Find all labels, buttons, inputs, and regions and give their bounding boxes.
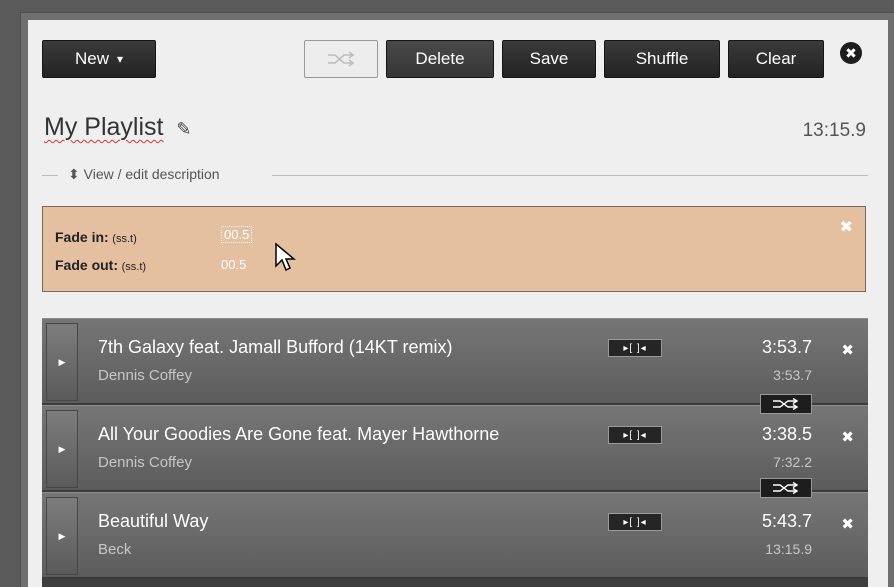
track-title: 7th Galaxy feat. Jamall Bufford (14KT re…: [98, 337, 453, 357]
track-cumulative-time: 7:32.2: [773, 454, 812, 470]
track-row[interactable]: ▶ All Your Goodies Are Gone feat. Mayer …: [42, 405, 868, 491]
track-duration: 5:43.7: [761, 511, 812, 531]
fade-out-input[interactable]: 00.5: [221, 257, 246, 272]
close-icon[interactable]: ✖: [840, 42, 862, 64]
shuffle-button[interactable]: Shuffle: [604, 40, 720, 78]
fade-in-label: Fade in: (ss.t): [55, 229, 137, 245]
fade-settings-panel: Fade in: (ss.t) 00.5 Fade out: (ss.t) 00…: [42, 206, 866, 292]
crossfade-toggle-button[interactable]: [760, 478, 812, 498]
trim-icon[interactable]: ▸[ ]◂: [608, 426, 662, 444]
fade-in-unit: (ss.t): [112, 233, 137, 245]
fade-in-field[interactable]: 00.5: [221, 226, 253, 243]
track-title: Beautiful Way: [98, 511, 209, 531]
divider: [272, 175, 868, 176]
play-icon[interactable]: ▶: [46, 410, 78, 488]
delete-button-label: Delete: [415, 49, 465, 68]
new-button-label: New: [74, 49, 109, 68]
play-icon[interactable]: ▶: [46, 323, 78, 401]
track-row[interactable]: ▶ Beautiful Way Beck ▸[ ]◂ 5:43.7 13:15.…: [42, 492, 868, 578]
shuffle-button-label: Shuffle: [635, 49, 689, 68]
track-list: ▶ 7th Galaxy feat. Jamall Bufford (14KT …: [42, 318, 868, 587]
track-artist: Dennis Coffey: [98, 367, 192, 384]
save-button[interactable]: Save: [502, 40, 596, 78]
remove-track-icon[interactable]: ✖: [841, 515, 854, 533]
close-icon[interactable]: ✖: [840, 217, 853, 237]
fade-in-label-text: Fade in:: [55, 229, 109, 245]
track-title: All Your Goodies Are Gone feat. Mayer Ha…: [98, 424, 500, 444]
crossfade-toggle-button[interactable]: [760, 394, 812, 414]
fade-out-unit: (ss.t): [121, 261, 147, 273]
shuffle-icon: [773, 482, 799, 494]
new-button[interactable]: New ▾: [42, 40, 156, 78]
chevron-down-icon: ▾: [116, 52, 124, 66]
fade-out-label: Fade out: (ss.t): [55, 257, 146, 273]
fade-out-label-text: Fade out:: [55, 257, 118, 273]
pencil-icon[interactable]: ✎: [176, 119, 191, 139]
track-cumulative-time: 3:53.7: [773, 367, 812, 383]
description-toggle-row: ⬍ View / edit description: [42, 165, 868, 185]
total-duration: 13:15.9: [802, 120, 866, 141]
save-button-label: Save: [529, 49, 569, 68]
playlist-title[interactable]: My Playlist: [44, 113, 163, 141]
shuffle-icon: [773, 398, 799, 410]
track-row[interactable]: ▶ 7th Galaxy feat. Jamall Bufford (14KT …: [42, 318, 868, 404]
trim-icon[interactable]: ▸[ ]◂: [608, 513, 662, 531]
shuffle-icon: [328, 51, 355, 67]
shuffle-toggle-button[interactable]: [304, 40, 378, 78]
track-artist: Beck: [98, 541, 132, 558]
trim-icon[interactable]: ▸[ ]◂: [608, 339, 662, 357]
track-cumulative-time: 13:15.9: [765, 541, 812, 557]
clear-button[interactable]: Clear: [728, 40, 824, 78]
remove-track-icon[interactable]: ✖: [841, 341, 854, 359]
track-duration: 3:38.5: [761, 424, 812, 444]
divider: [42, 175, 58, 176]
fade-in-input[interactable]: 00.5: [221, 226, 253, 243]
track-artist: Dennis Coffey: [98, 454, 192, 471]
mouse-cursor-icon: [275, 242, 296, 272]
fade-out-field[interactable]: 00.5: [221, 257, 246, 272]
clear-button-label: Clear: [755, 49, 797, 68]
page-title[interactable]: My Playlist ✎: [44, 113, 192, 142]
track-duration: 3:53.7: [761, 337, 812, 357]
delete-button[interactable]: Delete: [386, 40, 494, 78]
remove-track-icon[interactable]: ✖: [841, 428, 854, 446]
play-icon[interactable]: ▶: [46, 497, 78, 575]
view-edit-description-link[interactable]: ⬍ View / edit description: [64, 166, 224, 183]
